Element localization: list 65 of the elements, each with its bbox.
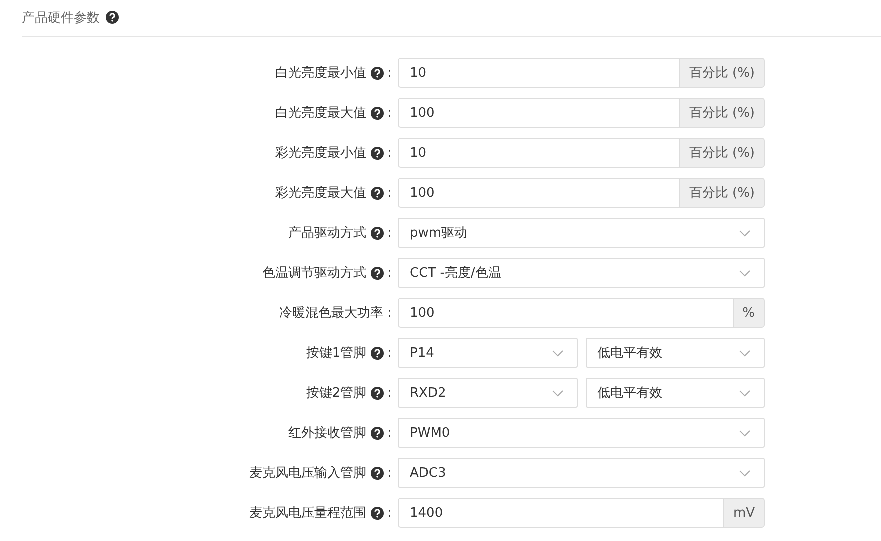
dropdown[interactable]: RXD2 (398, 378, 578, 408)
field-label: 白光亮度最大值 (276, 105, 367, 122)
label-colon: : (388, 106, 392, 120)
label-colon: : (388, 266, 392, 280)
input-field[interactable]: 1400 (398, 498, 724, 528)
help-icon[interactable] (370, 186, 384, 200)
field-label: 彩光亮度最大值 (276, 185, 367, 202)
field-label: 麦克风电压量程范围 (250, 505, 367, 522)
input-field[interactable]: 100 (398, 298, 734, 328)
section-title: 产品硬件参数 (22, 10, 100, 26)
dropdown[interactable]: CCT -亮度/色温 (398, 258, 765, 288)
field-label: 色温调节驱动方式 (262, 265, 367, 282)
help-icon[interactable] (370, 506, 384, 520)
dropdown[interactable]: pwm驱动 (398, 218, 765, 248)
field-label: 按键2管脚 (306, 385, 367, 402)
label-colon: : (388, 346, 392, 360)
label-colon: : (388, 306, 392, 320)
help-icon[interactable] (370, 66, 384, 80)
help-icon[interactable] (370, 146, 384, 160)
caret-icon (739, 390, 751, 396)
caret-icon (552, 390, 564, 396)
dropdown[interactable]: 低电平有效 (586, 378, 765, 408)
input-field[interactable]: 10 (398, 138, 680, 168)
dropdown[interactable]: ADC3 (398, 458, 765, 488)
unit-label: mV (724, 498, 765, 528)
input-field[interactable]: 100 (398, 178, 680, 208)
help-icon[interactable] (370, 106, 384, 120)
label-colon: : (388, 186, 392, 200)
unit-label: 百分比 (%) (680, 58, 765, 88)
field-label: 白光亮度最小值 (276, 65, 367, 82)
field-label: 彩光亮度最小值 (276, 145, 367, 162)
caret-icon (552, 350, 564, 356)
label-colon: : (388, 66, 392, 80)
help-icon[interactable] (370, 226, 384, 240)
input-field[interactable]: 100 (398, 98, 680, 128)
caret-icon (739, 430, 751, 436)
dropdown[interactable]: 低电平有效 (586, 338, 765, 368)
label-colon: : (388, 386, 392, 400)
caret-icon (739, 230, 751, 236)
input-field[interactable]: 10 (398, 58, 680, 88)
unit-label: % (734, 298, 765, 328)
field-label: 产品驱动方式 (288, 225, 367, 242)
help-icon[interactable] (370, 426, 384, 440)
field-label: 麦克风电压输入管脚 (250, 465, 367, 482)
field-label: 红外接收管脚 (288, 425, 367, 442)
dropdown[interactable]: PWM0 (398, 418, 765, 448)
label-colon: : (388, 146, 392, 160)
label-colon: : (388, 226, 392, 240)
unit-label: 百分比 (%) (680, 98, 765, 128)
field-label: 按键1管脚 (306, 345, 367, 362)
help-icon[interactable] (370, 386, 384, 400)
caret-icon (739, 470, 751, 476)
dropdown[interactable]: P14 (398, 338, 578, 368)
help-icon[interactable] (370, 466, 384, 480)
caret-icon (739, 350, 751, 356)
unit-label: 百分比 (%) (680, 178, 765, 208)
unit-label: 百分比 (%) (680, 138, 765, 168)
help-icon[interactable] (370, 346, 384, 360)
field-label: 冷暖混色最大功率 (280, 305, 384, 322)
help-icon[interactable] (370, 266, 384, 280)
label-colon: : (388, 426, 392, 440)
label-colon: : (388, 466, 392, 480)
help-icon[interactable] (106, 11, 119, 24)
caret-icon (739, 270, 751, 276)
label-colon: : (388, 506, 392, 520)
